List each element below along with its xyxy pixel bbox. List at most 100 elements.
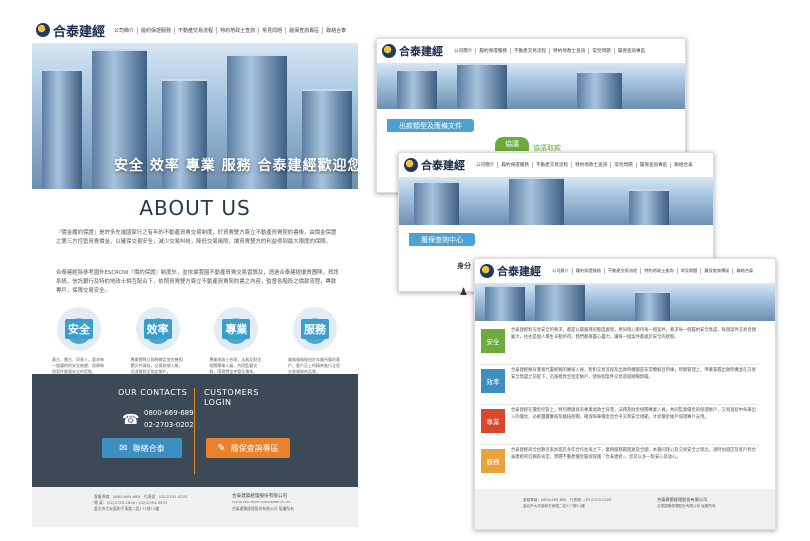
user-icon: ♟ bbox=[459, 287, 468, 298]
logo-icon bbox=[480, 264, 494, 278]
hero-tagline: 安全 效率 專業 服務 合泰建經歡迎您 bbox=[114, 158, 358, 174]
nav-item-query[interactable]: 履保查詢專區 bbox=[701, 268, 734, 274]
page-preview-features: 合泰建經 公司簡介 履約保證服務 不動產交易流程 特約地政士查詢 常見問題 履保… bbox=[474, 258, 776, 530]
nav-item-escrow[interactable]: 履約保證服務 bbox=[138, 26, 176, 34]
main-nav: 公司簡介 履約保證服務 不動產交易流程 特約地政士查詢 常見問題 履保查詢專區 … bbox=[111, 26, 349, 34]
edit-icon: ✎ bbox=[217, 442, 226, 454]
id-field-label: 身分 bbox=[457, 262, 471, 270]
nav-item-about[interactable]: 公司簡介 bbox=[549, 268, 573, 274]
logo-icon bbox=[382, 44, 396, 58]
feature-professional: 專業 專業地政士合理，法務及財金相關專業人員，共同監督交易，落實價金控管及稽核。 bbox=[209, 307, 263, 375]
building-image bbox=[535, 283, 585, 321]
nav-item-query[interactable]: 履保查詢專區 bbox=[286, 26, 324, 34]
brand-logo[interactable]: 合泰建經 bbox=[36, 21, 105, 40]
about-title: ABOUT US bbox=[139, 196, 251, 220]
feature-text: 專業地政士合理，法務及財金相關專業人員，共同監督交易，落實價金控管及稽核。 bbox=[209, 357, 262, 374]
feature-description: 合泰建經在價金控管上，特別聘請具有專業地政士背景，法務及財金相關專業人員，共同監… bbox=[511, 408, 756, 420]
feature-tag: 安全 bbox=[481, 329, 505, 353]
contact-button-label: 聯絡合泰 bbox=[132, 443, 165, 453]
login-title: CUSTOMERS LOGIN bbox=[204, 388, 259, 407]
hero-banner: 安全 效率 專業 服務 合泰建經歡迎您 bbox=[32, 43, 358, 189]
nav-item-process[interactable]: 不動產交易流程 bbox=[533, 162, 573, 168]
brand-logo[interactable]: 合泰建經 bbox=[480, 263, 541, 279]
nav-item-faq[interactable]: 常見問題 bbox=[259, 26, 287, 34]
nav-item-agents[interactable]: 特約地政士查詢 bbox=[550, 48, 590, 54]
footer-address: 臺北市大安區和平東路二段177號11樓 bbox=[523, 504, 585, 508]
nav-item-agents[interactable]: 特約地政士查詢 bbox=[572, 162, 612, 168]
nav-item-faq[interactable]: 常見問題 bbox=[589, 48, 615, 54]
nav-item-agents[interactable]: 特約地政士查詢 bbox=[217, 26, 260, 34]
hero-banner bbox=[377, 63, 685, 109]
footer-copyright: 合泰建築經理股份有限公司 版權所有 bbox=[232, 506, 294, 511]
nav-item-faq[interactable]: 常見問題 bbox=[611, 162, 637, 168]
brand-logo[interactable]: 合泰建經 bbox=[382, 43, 443, 59]
site-footer: 客服專線：0800-669-689 代表號：(02)2703-0202 傳 真：… bbox=[32, 487, 358, 527]
nav-item-about[interactable]: 公司簡介 bbox=[473, 162, 499, 168]
brand-name: 合泰建經 bbox=[421, 159, 465, 172]
feature-badge: 安全 bbox=[57, 307, 101, 351]
logo-icon bbox=[404, 158, 418, 172]
brand-name: 合泰建經 bbox=[497, 265, 541, 278]
nav-item-contact[interactable]: 聯絡合泰 bbox=[671, 162, 695, 168]
query-button-label: 履保查詢專區 bbox=[230, 443, 279, 453]
nav-item-escrow[interactable]: 履約保證服務 bbox=[498, 162, 533, 168]
nav-item-query[interactable]: 履保查詢專區 bbox=[637, 162, 672, 168]
nav-item-about[interactable]: 公司簡介 bbox=[451, 48, 477, 54]
feature-list: 安全 買方、賣方、同意人，要求每一個履約的安全無虞，保障每個案件都處安全的狀態。… bbox=[52, 307, 342, 375]
feature-badge: 專業 bbox=[214, 307, 259, 351]
feature-efficiency: 效率 專業團隊立即時確定並完善相關文件資料，交易款項入帳，迅速撥款至指定帳戶。 bbox=[131, 307, 185, 375]
building-image bbox=[509, 177, 564, 225]
nav-item-about[interactable]: 公司簡介 bbox=[111, 26, 139, 34]
section-title: 出款類型及應備文件 bbox=[387, 119, 474, 132]
footer-company: 合泰建築經理股份有限公司 HAN-TAI REAL ESTATE MANAGEM… bbox=[232, 494, 294, 512]
hero-banner bbox=[399, 177, 713, 225]
nav-item-faq[interactable]: 常見問題 bbox=[678, 268, 702, 274]
phone-numbers: 0800-669-689 02-2703-0202 bbox=[144, 407, 194, 431]
site-header: 合泰建經 公司簡介 履約保證服務 不動產交易流程 特約地政士查詢 常見問題 履保… bbox=[475, 259, 775, 283]
feature-badge: 服務 bbox=[292, 307, 337, 351]
nav-item-process[interactable]: 不動產交易流程 bbox=[511, 48, 551, 54]
mail-icon: ✉ bbox=[119, 442, 128, 454]
feature-row-professional: 專業 合泰建經在價金控管上，特別聘請具有專業地政士背景，法務及財金相關專業人員，… bbox=[481, 407, 759, 445]
footer-info: 客服專線：0800-669-689 代表號：(02)2703-0202 傳 真：… bbox=[94, 494, 187, 512]
footer-copyright: 合泰建築經理股份有限公司 版權所有 bbox=[657, 504, 716, 508]
nav-item-agents[interactable]: 特約地政士查詢 bbox=[641, 268, 678, 274]
nav-item-contact[interactable]: 聯絡合泰 bbox=[323, 27, 349, 34]
building-image bbox=[42, 69, 82, 189]
nav-item-process[interactable]: 不動產交易流程 bbox=[605, 268, 642, 274]
tab-agreement[interactable]: 協議 bbox=[495, 137, 529, 151]
logo-icon bbox=[36, 23, 50, 37]
main-nav: 公司簡介 履約保證服務 不動產交易流程 特約地政士查詢 常見問題 履保查詢專區 … bbox=[473, 162, 696, 168]
query-button[interactable]: ✎ 履保查詢專區 bbox=[206, 438, 290, 458]
brand-logo[interactable]: 合泰建經 bbox=[404, 157, 465, 173]
feature-safety: 安全 買方、賣方、同意人，要求每一個履約的安全無虞，保障每個案件都處安全的狀態。 bbox=[52, 307, 106, 375]
feature-row-efficiency: 效率 合泰建經擁有豐富代書經驗的審核人員，對對交易流程及出款時機都是非常瞭解且熟… bbox=[481, 367, 759, 405]
nav-item-query[interactable]: 履保查詢專區 bbox=[615, 48, 649, 54]
site-header: 合泰建經 公司簡介 履約保證服務 不動產交易流程 特約地政士查詢 常見問題 履保… bbox=[399, 153, 713, 177]
feature-service: 服務 業務服務經由於本業所獲的客戶，客戶至上的精神進行全程交易服務的品質。 bbox=[288, 307, 342, 375]
nav-item-process[interactable]: 不動產交易流程 bbox=[175, 26, 218, 34]
site-footer: 客服專線：0800-669-689 代表號：(02)2703-0202 臺北市大… bbox=[475, 489, 775, 529]
contact-section: OUR CONTACTS ☎ 0800-669-689 02-2703-0202… bbox=[32, 374, 358, 487]
hero-banner bbox=[475, 283, 775, 321]
feature-row-service: 服務 合泰建經與全台數百家加盟店多年合作往來之下，業務服務範圍遍及全國，本著同理… bbox=[481, 447, 759, 485]
nav-item-contact[interactable]: 聯絡合泰 bbox=[733, 268, 756, 274]
contact-button[interactable]: ✉ 聯絡合泰 bbox=[102, 438, 182, 458]
footer-company: 合泰建築經理股份有限公司 合泰建築經理股份有限公司 版權所有 bbox=[657, 497, 716, 509]
feature-tag: 效率 bbox=[481, 369, 505, 393]
feature-text: 業務服務經由於本業所獲的客戶，客戶至上的精神進行全程交易服務的品質。 bbox=[287, 357, 340, 374]
feature-text: 買方、賣方、同意人，要求每一個履約的安全無虞，保障每個案件都處安全的狀態。 bbox=[52, 357, 104, 374]
about-paragraph-2: 合泰建經除參考國外ESCROW『價約保證』制度外，並依據我國不動產買賣交易習慣及… bbox=[56, 270, 339, 294]
feature-description: 合泰建經擁有豐富代書經驗的審核人員，對對交易流程及出款時機都是非常瞭解且熟練，時… bbox=[511, 368, 756, 380]
about-section: ABOUT US 『價金履約保證』是許多先進國家行之有年的不動產買賣交易制度，於… bbox=[32, 189, 358, 387]
brand-name: 合泰建經 bbox=[53, 24, 106, 40]
phone-icon: ☎ bbox=[122, 412, 140, 428]
nav-item-escrow[interactable]: 履約保證服務 bbox=[573, 268, 605, 274]
site-header: 合泰建經 公司簡介 履約保證服務 不動產交易流程 特約地政士查詢 常見問題 履保… bbox=[32, 17, 358, 43]
nav-item-escrow[interactable]: 履約保證服務 bbox=[476, 48, 511, 54]
feature-text: 專業團隊立即時確定並完善相關文件資料，交易款項入帳，迅速撥款至指定帳戶。 bbox=[130, 357, 183, 374]
feature-description: 合泰建經對交易安全的要求，都是以最嚴謹的態度處理，用同理心看待每一個案件，要求每… bbox=[511, 328, 756, 340]
building-image bbox=[457, 63, 507, 109]
building-image bbox=[577, 71, 622, 109]
contact-title: OUR CONTACTS bbox=[118, 388, 188, 397]
